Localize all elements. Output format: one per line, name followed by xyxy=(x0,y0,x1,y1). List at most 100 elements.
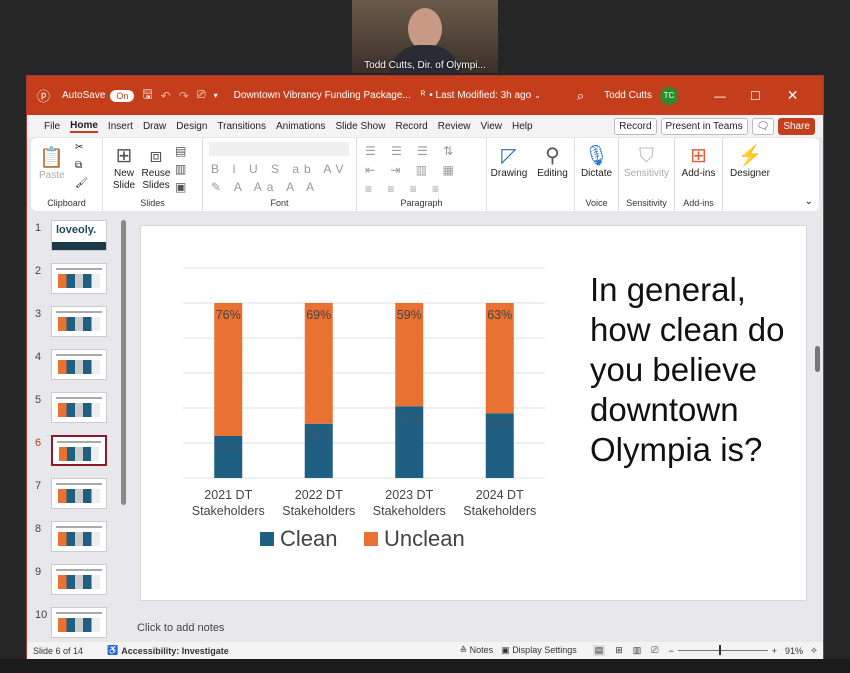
maximize-icon[interactable]: ☐ xyxy=(750,89,761,103)
ribbon: 📋 Paste ✂ ⧉ 🖌 Clipboard ⊞ New Slide ⧈ Reuse… xyxy=(31,138,819,211)
drawing-icon: ◸ xyxy=(501,145,517,167)
tab-home[interactable]: Home xyxy=(70,120,98,133)
editing-label: Editing xyxy=(537,168,568,179)
present-in-teams-button[interactable]: Present in Teams xyxy=(660,117,748,135)
slide-sorter-icon[interactable]: ⊞ xyxy=(615,645,623,656)
tab-slide-show[interactable]: Slide Show xyxy=(335,121,385,132)
thumbnail-number: 10 xyxy=(35,609,48,621)
zoom-level[interactable]: 91% xyxy=(785,646,803,656)
slide-show-icon[interactable]: ⎚ xyxy=(651,645,658,656)
font-format-buttons[interactable]: B I U S ab AV xyxy=(211,162,348,176)
document-title[interactable]: Downtown Vibrancy Funding Package... xyxy=(234,90,411,101)
new-slide-button[interactable]: ⊞ New Slide xyxy=(109,144,139,192)
customize-chevron-icon[interactable]: ▾ xyxy=(214,91,218,100)
data-label: 63% xyxy=(487,308,512,322)
present-icon[interactable]: ⎚ xyxy=(197,89,206,102)
thumbnail-number: 9 xyxy=(35,566,42,578)
tab-help[interactable]: Help xyxy=(512,121,533,132)
last-modified[interactable]: • Last Modified: 3h ago xyxy=(429,90,531,101)
slide-thumbnail-5[interactable] xyxy=(51,392,107,423)
zoom-slider-thumb[interactable] xyxy=(718,645,721,655)
drawing-label: Drawing xyxy=(490,168,528,179)
slide-thumbnail-1[interactable]: loveoly. xyxy=(51,220,107,251)
comments-button[interactable]: 🗨 xyxy=(751,117,775,135)
tab-view[interactable]: View xyxy=(481,121,503,132)
tab-review[interactable]: Review xyxy=(438,121,471,132)
sensitivity-button[interactable]: ⛉ Sensitivity xyxy=(624,144,669,180)
drawing-button[interactable]: ◸ Drawing xyxy=(491,144,528,180)
font-group-label: Font xyxy=(270,198,289,208)
participant-video: Todd Cutts, Dir. of Olympi... xyxy=(352,0,498,73)
avatar[interactable]: TC xyxy=(659,86,678,105)
data-label: 37% xyxy=(487,418,512,432)
slide-counter: Slide 6 of 14 xyxy=(33,645,84,656)
slide-thumbnail-4[interactable] xyxy=(51,349,107,380)
layout-icons[interactable]: ▤ ▥ ▣ xyxy=(175,142,186,196)
slide-thumbnail-8[interactable] xyxy=(51,521,107,552)
editing-button[interactable]: ⚲ Editing xyxy=(537,144,568,180)
normal-view-icon[interactable]: ▤ xyxy=(592,645,606,656)
new-slide-icon: ⊞ xyxy=(115,145,133,167)
tab-animations[interactable]: Animations xyxy=(276,121,325,132)
search-icon[interactable]: ⌕ xyxy=(577,88,584,104)
copy-icon[interactable]: ⧉ xyxy=(75,160,82,171)
paragraph-buttons[interactable]: ☰ ☰ ☰ ⇅ ⇤ ⇥ ▥ ▦ ≡ ≡ ≡ ≡ xyxy=(365,142,460,199)
zoom-slider[interactable] xyxy=(677,645,768,655)
save-icon[interactable]: 🖫 xyxy=(142,85,152,106)
zoom-out-icon[interactable]: − xyxy=(669,646,674,656)
reading-view-icon[interactable]: ▥ xyxy=(633,645,642,656)
share-button[interactable]: Share xyxy=(778,117,815,135)
display-settings-label: Display Settings xyxy=(512,645,577,655)
dictate-button[interactable]: 🎙 Dictate xyxy=(581,144,612,180)
slide-thumbnail-3[interactable] xyxy=(51,306,107,337)
notes-placeholder[interactable]: Click to add notes xyxy=(137,622,224,634)
slide-canvas[interactable]: 24% 76% 31% 69% 41% 59% 37% 63% 2021 DT Stakehol… xyxy=(140,225,807,601)
x-tick-label: 2024 DT Stakeholders xyxy=(463,488,537,518)
format-painter-icon[interactable]: 🖌 xyxy=(75,178,88,189)
sensitivity-icon: ⛉ xyxy=(638,145,654,167)
font-color-buttons[interactable]: ✎ A Aa A A xyxy=(211,180,319,194)
slide-thumbnail-2[interactable] xyxy=(51,263,107,294)
reuse-slides-label: Reuse Slides xyxy=(141,168,171,191)
slide-thumbnail-7[interactable] xyxy=(51,478,107,509)
thumbnail-scrollbar[interactable] xyxy=(121,220,126,505)
tab-file[interactable]: File xyxy=(44,121,60,132)
paste-button[interactable]: 📋 Paste xyxy=(39,146,65,182)
x-tick-label: 2023 DT Stakeholders xyxy=(372,488,446,518)
data-label: 41% xyxy=(397,411,422,425)
fit-to-window-icon[interactable]: ⟡ xyxy=(811,645,817,656)
zoom-in-icon[interactable]: + xyxy=(772,646,777,656)
reuse-slides-button[interactable]: ⧈ Reuse Slides xyxy=(141,144,171,192)
microphone-icon: 🎙 xyxy=(583,145,610,167)
designer-icon: ⚡ xyxy=(737,145,763,167)
accessibility-icon[interactable]: ♿ xyxy=(107,645,118,656)
addins-button[interactable]: ⊞ Add-ins xyxy=(682,144,716,180)
tab-design[interactable]: Design xyxy=(176,121,207,132)
cut-icon[interactable]: ✂ xyxy=(75,142,83,153)
designer-button[interactable]: ⚡ Designer xyxy=(730,144,770,180)
tab-draw[interactable]: Draw xyxy=(143,121,166,132)
record-button[interactable]: Record xyxy=(614,117,657,135)
thumbnail-number: 4 xyxy=(35,351,42,363)
close-icon[interactable]: ✕ xyxy=(787,87,799,104)
notes-button[interactable]: ≙ Notes xyxy=(460,645,494,656)
accessibility-status[interactable]: Accessibility: Investigate xyxy=(121,646,229,656)
slide-scrollbar[interactable] xyxy=(815,346,820,372)
redo-icon[interactable]: ↷ xyxy=(179,89,189,103)
chevron-down-icon[interactable]: ⌄ xyxy=(534,91,541,100)
slide-thumbnail-9[interactable] xyxy=(51,564,107,595)
user-name[interactable]: Todd Cutts xyxy=(604,90,652,101)
powerpoint-logo-icon: ⓟ xyxy=(37,89,51,104)
designer-label: Designer xyxy=(729,168,771,179)
slide-thumbnail-6[interactable] xyxy=(51,435,107,466)
slide-thumbnail-10[interactable] xyxy=(51,607,107,638)
display-settings-button[interactable]: ▣ Display Settings xyxy=(501,645,577,656)
minimize-icon[interactable]: — xyxy=(714,89,726,103)
collapse-ribbon-icon[interactable]: ⌄ xyxy=(805,196,813,207)
undo-icon[interactable]: ↶ xyxy=(161,89,171,103)
font-name-select[interactable] xyxy=(209,142,349,156)
tab-transitions[interactable]: Transitions xyxy=(217,121,266,132)
tab-record[interactable]: Record xyxy=(395,121,427,132)
tab-insert[interactable]: Insert xyxy=(108,121,133,132)
autosave-toggle[interactable]: On xyxy=(110,89,135,102)
